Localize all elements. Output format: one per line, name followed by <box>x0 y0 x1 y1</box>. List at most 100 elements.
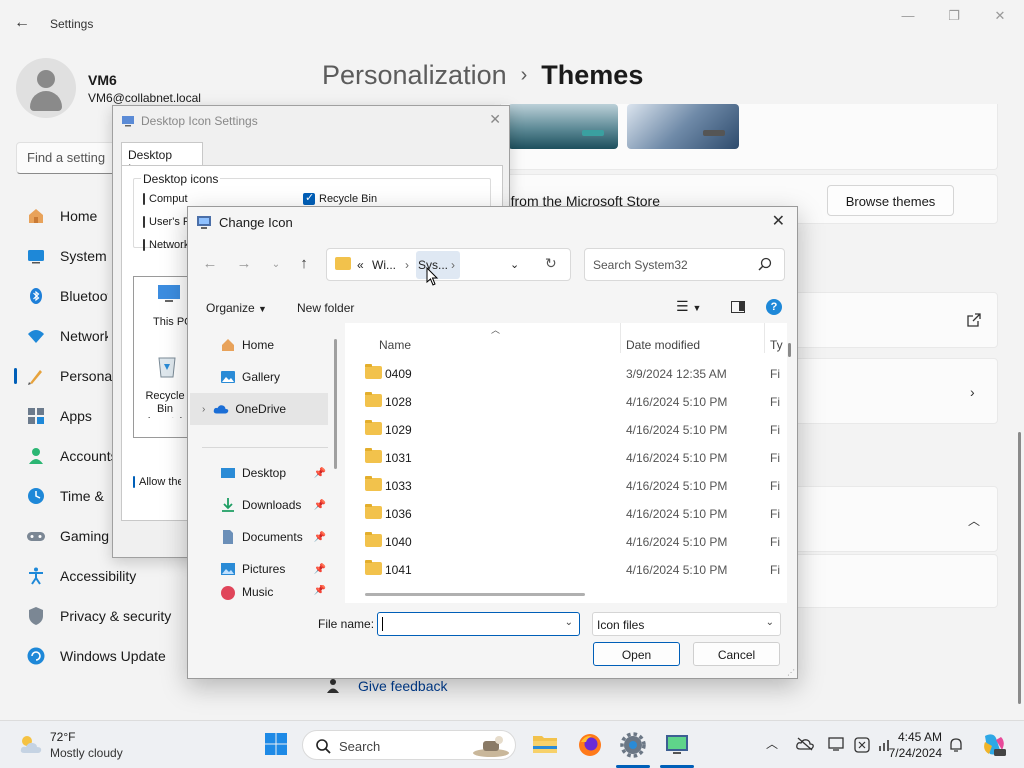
nav-pane-desktop[interactable]: Desktop 📌 <box>190 457 328 489</box>
expand-chevron-icon[interactable]: › <box>202 404 205 415</box>
folder-icon <box>365 420 382 435</box>
update-icon <box>26 646 46 666</box>
display-icon[interactable] <box>828 737 844 751</box>
search-icon <box>315 738 331 754</box>
organize-button[interactable]: Organize ▼ <box>206 301 267 315</box>
nav-pane-home[interactable]: Home <box>190 329 328 361</box>
up-icon[interactable]: ↑ <box>294 255 314 275</box>
nav-pane-documents[interactable]: Documents 📌 <box>190 521 328 553</box>
file-row[interactable]: 1036 4/16/2024 5:10 PM Fi <box>345 499 787 527</box>
give-feedback-link[interactable]: Give feedback <box>358 678 448 694</box>
recent-locations-icon[interactable]: ⌄ <box>266 259 286 279</box>
computer-checkbox[interactable]: Computer <box>143 193 188 205</box>
breadcrumb-parent[interactable]: Personalization <box>322 60 507 90</box>
tab-desktop-icons[interactable]: Desktop Icons <box>121 142 203 176</box>
open-button[interactable]: Open <box>593 642 680 666</box>
taskbar: 72°F Mostly cloudy Search ︿ 4:45 AM 7/24… <box>0 720 1024 768</box>
taskbar-search[interactable]: Search <box>302 730 516 760</box>
settings-scrollbar[interactable] <box>1018 432 1021 704</box>
nav-pane-downloads[interactable]: Downloads 📌 <box>190 489 328 521</box>
allow-themes-checkbox[interactable]: Allow themes to change desktop icons <box>133 476 181 488</box>
cancel-button[interactable]: Cancel <box>693 642 780 666</box>
resize-grip-icon[interactable]: ⋰ <box>787 668 795 677</box>
network-checkbox[interactable]: Network <box>143 239 188 251</box>
theme-thumbnail-flow[interactable] <box>627 104 739 149</box>
file-row[interactable]: 1033 4/16/2024 5:10 PM Fi <box>345 471 787 499</box>
file-row[interactable]: 1031 4/16/2024 5:10 PM Fi <box>345 443 787 471</box>
file-name-input[interactable]: ⌄ <box>377 612 580 636</box>
search-icon <box>758 257 772 271</box>
forward-icon[interactable]: → <box>234 255 254 275</box>
column-header-date[interactable]: Date modified <box>626 338 700 352</box>
accessibility-tray-icon[interactable] <box>854 737 870 753</box>
file-type-select[interactable]: Icon files ⌄ <box>592 612 781 636</box>
maximize-button[interactable]: ❐ <box>944 8 964 28</box>
weather-cloudy-icon[interactable] <box>18 733 44 755</box>
pin-icon[interactable]: 📌 <box>314 564 326 575</box>
file-row[interactable]: 0409 3/9/2024 12:35 AM Fi <box>345 359 787 387</box>
file-row[interactable]: 1028 4/16/2024 5:10 PM Fi <box>345 387 787 415</box>
avatar[interactable] <box>16 58 76 118</box>
file-list-vscrollbar[interactable] <box>788 343 791 357</box>
start-windows-icon[interactable] <box>264 732 290 758</box>
folder-icon <box>365 532 382 547</box>
new-folder-button[interactable]: New folder <box>297 301 354 315</box>
this-pc-icon[interactable] <box>157 284 181 304</box>
nav-pane-scrollbar[interactable] <box>334 339 337 469</box>
back-arrow-icon[interactable]: ← <box>14 14 34 34</box>
theme-thumbnail-bloom[interactable] <box>508 104 618 149</box>
copilot-icon[interactable] <box>980 732 1006 758</box>
address-dropdown-icon[interactable]: ⌄ <box>510 258 519 271</box>
close-button[interactable]: ✕ <box>990 8 1010 28</box>
clock-date[interactable]: 7/24/2024 <box>889 746 942 760</box>
show-desktop-button[interactable] <box>1014 721 1024 768</box>
help-icon[interactable]: ? <box>766 299 782 315</box>
expand-card[interactable] <box>790 486 998 552</box>
pin-icon[interactable]: 📌 <box>314 468 326 479</box>
firefox-icon[interactable] <box>577 732 603 758</box>
file-explorer-icon[interactable] <box>532 732 558 758</box>
browse-themes-button[interactable]: Browse themes <box>827 185 954 216</box>
back-icon[interactable]: ← <box>200 255 220 275</box>
close-icon[interactable]: ✕ <box>772 211 785 231</box>
view-options-icon[interactable]: ☰ ▼ <box>676 298 701 315</box>
sidebar-item-privacy-security[interactable]: Privacy & security <box>14 596 214 636</box>
onedrive-offline-icon[interactable] <box>796 737 814 751</box>
pin-icon[interactable]: 📌 <box>314 532 326 543</box>
show-hidden-icons-chevron-icon[interactable]: ︿ <box>766 735 778 752</box>
downloads-icon <box>220 497 236 513</box>
minimize-button[interactable]: — <box>898 8 918 28</box>
nav-pane-onedrive[interactable]: › OneDrive <box>190 393 328 425</box>
search-input[interactable]: Search System32 <box>584 248 785 281</box>
file-row[interactable]: 1041 4/16/2024 5:10 PM Fi <box>345 555 787 583</box>
chevron-down-icon[interactable]: ⌄ <box>565 617 573 628</box>
settings-gear-icon[interactable] <box>620 732 646 758</box>
group-label: Desktop icons <box>141 172 221 186</box>
nav-pane-pictures[interactable]: Pictures 📌 <box>190 553 328 585</box>
address-bar[interactable]: « Wi... › Sys... › ⌄ ↻ <box>326 248 571 281</box>
recycle-bin-icon[interactable] <box>157 354 177 378</box>
refresh-icon[interactable]: ↻ <box>545 255 557 272</box>
sidebar-item-accessibility[interactable]: Accessibility <box>14 556 214 596</box>
desktop-icon <box>220 465 236 481</box>
users-files-checkbox[interactable]: User's Files <box>143 216 188 228</box>
nav-pane-music[interactable]: Music 📌 <box>190 585 328 603</box>
sidebar-item-windows-update[interactable]: Windows Update <box>14 636 214 676</box>
file-row[interactable]: 1029 4/16/2024 5:10 PM Fi <box>345 415 787 443</box>
desktop-icon-settings-taskbar-icon[interactable] <box>664 732 690 758</box>
pin-icon[interactable]: 📌 <box>314 500 326 511</box>
pin-icon[interactable]: 📌 <box>314 585 326 596</box>
clock-time[interactable]: 4:45 AM <box>898 730 942 744</box>
notification-bell-icon[interactable] <box>948 737 964 753</box>
address-segment-windows[interactable]: Wi... <box>372 258 396 272</box>
file-row[interactable]: 1040 4/16/2024 5:10 PM Fi <box>345 527 787 555</box>
preview-pane-icon[interactable] <box>731 301 745 313</box>
nav-pane-gallery[interactable]: Gallery <box>190 361 328 393</box>
recycle-bin-checkbox[interactable]: Recycle Bin <box>303 191 377 205</box>
column-header-name[interactable]: Name <box>379 338 411 352</box>
file-list-hscrollbar[interactable] <box>365 593 585 596</box>
close-icon[interactable]: ✕ <box>489 111 501 128</box>
related-card-2[interactable] <box>790 358 998 424</box>
column-header-type[interactable]: Ty <box>770 338 783 352</box>
expand-card-content <box>790 554 998 608</box>
